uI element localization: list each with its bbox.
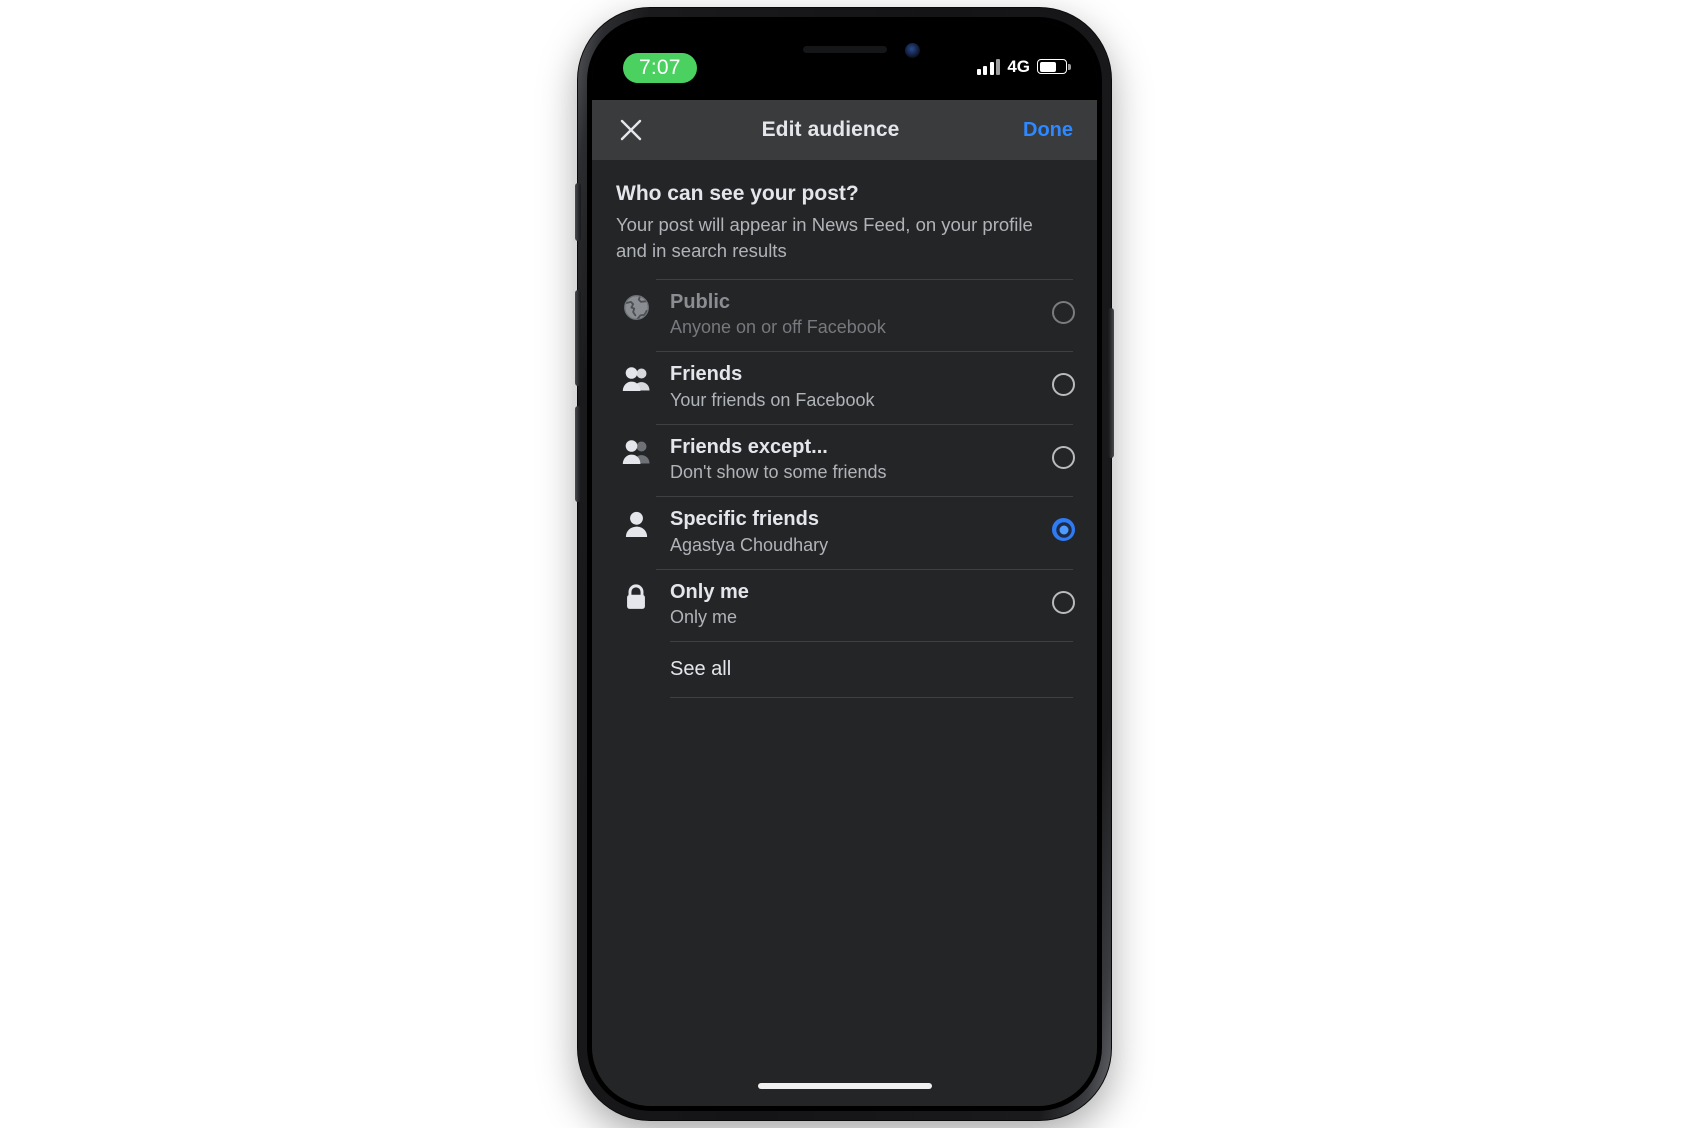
option-text-block: Friends except... Don't show to some fri… xyxy=(656,423,1073,496)
see-all-row[interactable]: See all xyxy=(592,641,1097,699)
page-title: Edit audience xyxy=(761,118,900,141)
lock-icon xyxy=(627,584,645,609)
single-person-icon xyxy=(625,512,647,538)
option-description: Only me xyxy=(670,607,738,628)
status-bar-time: 7:07 xyxy=(623,53,697,83)
see-all-label: See all xyxy=(670,658,732,681)
option-text-block: Public Anyone on or off Facebook xyxy=(656,279,1073,351)
battery-fill xyxy=(1039,61,1056,72)
home-indicator[interactable] xyxy=(757,1083,932,1089)
audience-option-friends-except[interactable]: Friends except... Don't show to some fri… xyxy=(592,423,1097,496)
display-notch xyxy=(726,22,963,84)
audience-list-container: Who can see your post? Your post will ap… xyxy=(592,160,1097,1106)
option-icon-wrapper xyxy=(616,424,656,466)
option-label: Public xyxy=(670,291,731,314)
done-button[interactable]: Done xyxy=(1021,113,1075,148)
status-bar: 7:07 4G xyxy=(592,22,1097,100)
see-all-inner: See all xyxy=(670,641,1073,699)
option-icon-wrapper xyxy=(616,351,656,393)
option-icon-wrapper xyxy=(616,496,656,538)
option-label: Friends xyxy=(670,363,743,386)
intro-section: Who can see your post? Your post will ap… xyxy=(592,160,1097,279)
earpiece-speaker xyxy=(802,46,887,53)
phone-device-frame: 7:07 4G Edit audience Done Who can see y… xyxy=(575,8,1114,1120)
phone-screen: 7:07 4G Edit audience Done Who can see y… xyxy=(592,22,1097,1106)
option-text-block: Friends Your friends on Facebook xyxy=(656,351,1073,423)
network-type-label: 4G xyxy=(1007,57,1030,76)
volume-up-button[interactable] xyxy=(575,290,581,386)
phone-bezel: 7:07 4G Edit audience Done Who can see y… xyxy=(587,17,1102,1111)
option-label: Friends except... xyxy=(670,435,828,458)
app-header-bar: Edit audience Done xyxy=(592,100,1097,160)
option-text-block: Only me Only me xyxy=(656,568,1073,641)
audience-option-only-me[interactable]: Only me Only me xyxy=(592,568,1097,641)
friends-except-icon xyxy=(622,440,649,464)
option-label: Specific friends xyxy=(670,508,819,531)
intro-subtitle: Your post will appear in News Feed, on y… xyxy=(616,214,1033,261)
intro-title: Who can see your post? xyxy=(616,182,859,205)
option-description: Don't show to some friends xyxy=(670,462,887,483)
volume-down-button[interactable] xyxy=(575,406,581,502)
audience-option-public[interactable]: Public Anyone on or off Facebook xyxy=(592,279,1097,351)
power-button[interactable] xyxy=(1108,308,1114,458)
battery-icon xyxy=(1037,59,1071,74)
cellular-signal-icon xyxy=(976,58,1001,75)
radio-button-only-me[interactable] xyxy=(1052,590,1075,614)
two-people-icon xyxy=(622,367,649,392)
option-icon-wrapper xyxy=(616,279,656,321)
status-bar-indicators: 4G xyxy=(976,57,1071,76)
globe-icon xyxy=(623,295,649,320)
radio-button-public[interactable] xyxy=(1052,301,1075,325)
option-description: Anyone on or off Facebook xyxy=(670,317,886,338)
audience-option-specific-friends[interactable]: Specific friends Agastya Choudhary xyxy=(592,496,1097,568)
option-description: Your friends on Facebook xyxy=(670,389,875,410)
option-icon-wrapper xyxy=(616,569,656,611)
mute-switch-button[interactable] xyxy=(575,183,581,241)
radio-button-friends-except[interactable] xyxy=(1052,445,1075,469)
option-label: Only me xyxy=(670,580,749,603)
audience-option-friends[interactable]: Friends Your friends on Facebook xyxy=(592,351,1097,423)
option-text-block: Specific friends Agastya Choudhary xyxy=(656,496,1073,568)
option-description: Agastya Choudhary xyxy=(670,534,829,555)
front-camera-icon xyxy=(904,43,920,58)
